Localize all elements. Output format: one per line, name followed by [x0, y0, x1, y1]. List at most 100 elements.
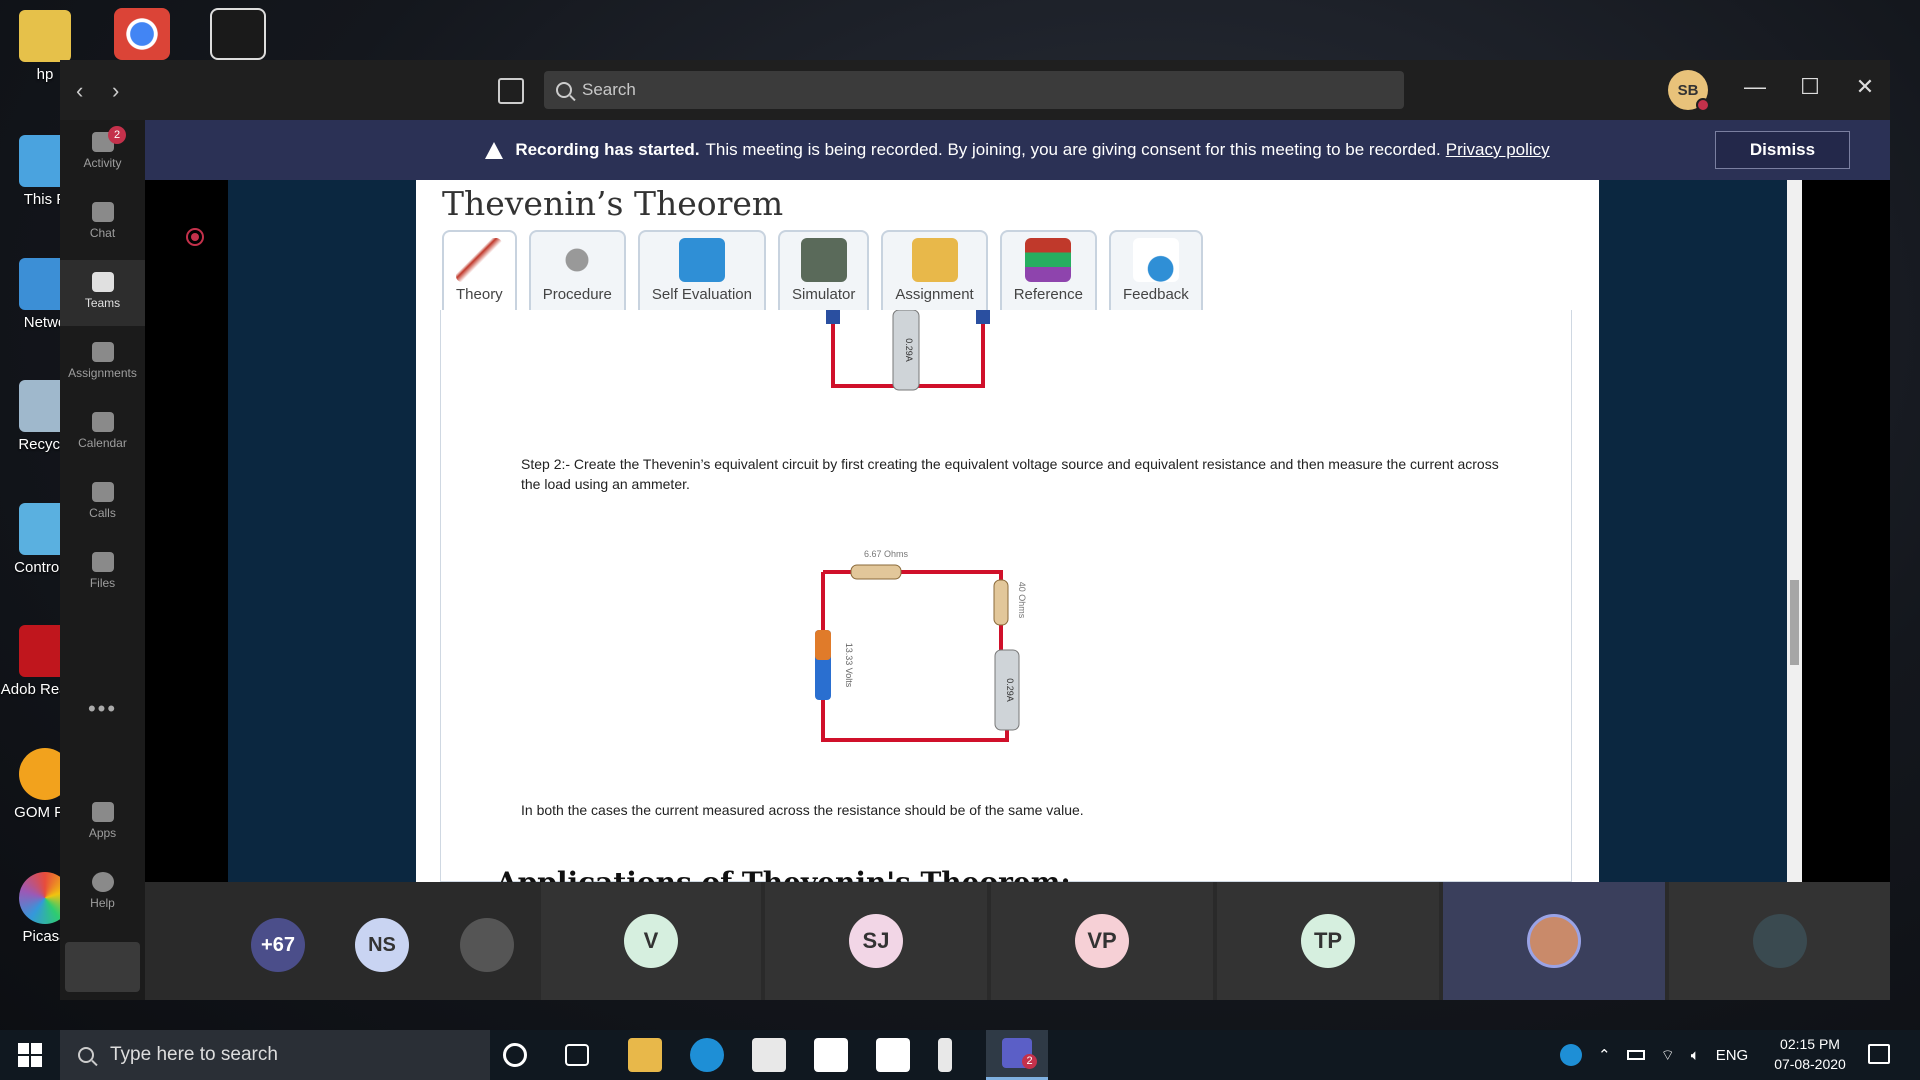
teams-taskbar-badge: 2: [1022, 1054, 1037, 1069]
tab-theory[interactable]: Theory: [442, 230, 517, 310]
volume-icon[interactable]: 🔈︎: [1691, 1047, 1700, 1064]
user-initials: SB: [1677, 81, 1699, 99]
search-input[interactable]: Search: [544, 71, 1404, 109]
ammeter-reading: 0.29A: [1005, 678, 1015, 702]
user-avatar[interactable]: SB: [1668, 70, 1710, 112]
resistor1-label: 6.67 Ohms: [864, 549, 909, 559]
participant-tile[interactable]: TP: [1217, 882, 1439, 1000]
rail-label: Calendar: [78, 436, 127, 450]
rail-item-teams[interactable]: Teams: [60, 260, 145, 326]
participant-tile-active[interactable]: [1443, 882, 1665, 1000]
rail-item-help[interactable]: Help: [60, 860, 145, 926]
app-icon[interactable]: [938, 1038, 952, 1072]
folder-icon: [19, 10, 71, 62]
feedback-icon: [1132, 238, 1179, 282]
tab-label: Reference: [1013, 286, 1083, 303]
rail-item-activity[interactable]: 2 Activity: [60, 120, 145, 186]
wifi-icon[interactable]: ⌔: [1661, 1046, 1675, 1065]
search-icon: [556, 82, 572, 98]
taskbar-search-input[interactable]: Type here to search: [60, 1030, 490, 1080]
rail-label: Calls: [89, 506, 116, 520]
desktop-icon-label: hp: [36, 66, 54, 83]
participant-tile[interactable]: SJ: [765, 882, 987, 1000]
app-shortcut-icon[interactable]: [210, 8, 266, 60]
language-indicator[interactable]: ENG: [1716, 1047, 1749, 1064]
gear-icon: [554, 238, 601, 282]
tab-label: Theory: [456, 286, 503, 303]
maximize-icon[interactable]: ☐: [1795, 74, 1825, 104]
rail-item-assignments[interactable]: Assignments: [60, 330, 145, 396]
participant-avatar-small[interactable]: NS: [355, 918, 409, 972]
privacy-policy-link[interactable]: Privacy policy: [1446, 140, 1550, 160]
monitor-icon: [678, 238, 725, 282]
chevron-up-icon[interactable]: ⌃: [1598, 1046, 1611, 1064]
overflow-participants-button[interactable]: +67: [251, 918, 305, 972]
rail-label: Activity: [83, 156, 122, 170]
tab-simulator[interactable]: Simulator: [777, 230, 870, 310]
minimize-icon[interactable]: —: [1740, 74, 1770, 104]
clock[interactable]: 02:15 PM 07-08-2020: [1760, 1034, 1860, 1074]
notifications-icon[interactable]: [1868, 1044, 1890, 1064]
battery-icon[interactable]: [1626, 1050, 1645, 1060]
tab-reference[interactable]: Reference: [999, 230, 1097, 310]
warning-icon: [485, 141, 504, 159]
clock-time: 02:15 PM: [1780, 1036, 1840, 1052]
participant-tile[interactable]: VP: [991, 882, 1213, 1000]
phone-icon: [91, 482, 114, 502]
edge-icon[interactable]: [690, 1038, 724, 1072]
calendar-icon: [91, 412, 114, 432]
cortana-icon[interactable]: [503, 1043, 527, 1067]
file-explorer-icon[interactable]: [628, 1038, 662, 1072]
task-view-icon[interactable]: [565, 1044, 589, 1066]
chrome-shortcut-icon[interactable]: [114, 8, 170, 60]
rail-item-calls[interactable]: Calls: [60, 470, 145, 536]
forward-arrow-icon[interactable]: ›: [112, 78, 132, 103]
rail-item-apps[interactable]: Apps: [60, 790, 145, 856]
app-rail: 2 Activity Chat Teams Assignments Calend…: [60, 120, 145, 1000]
simulator-icon: [800, 238, 847, 282]
title-bar: ‹ › Search SB — ☐ ✕: [60, 60, 1890, 120]
recording-banner: Recording has started. This meeting is b…: [145, 120, 1890, 180]
tab-feedback[interactable]: Feedback: [1108, 230, 1203, 310]
windows-start-icon[interactable]: [18, 1043, 42, 1067]
dismiss-button[interactable]: Dismiss: [1715, 131, 1850, 169]
folder-icon: [911, 238, 958, 282]
participant-avatar-small-photo[interactable]: [460, 918, 514, 972]
more-apps-icon[interactable]: •••: [60, 696, 145, 722]
tab-self-evaluation[interactable]: Self Evaluation: [637, 230, 766, 310]
rail-item-chat[interactable]: Chat: [60, 190, 145, 256]
page-title: Thevenin’s Theorem: [442, 184, 784, 223]
search-placeholder: Search: [582, 80, 636, 99]
shared-scrollbar[interactable]: [1787, 180, 1802, 882]
tab-procedure[interactable]: Procedure: [528, 230, 626, 310]
tab-label: Simulator: [791, 286, 856, 303]
participant-tile[interactable]: V: [541, 882, 761, 1000]
banner-title: Recording has started.: [515, 140, 700, 159]
tab-label: Procedure: [542, 286, 612, 303]
rail-item-calendar[interactable]: Calendar: [60, 400, 145, 466]
close-icon[interactable]: ✕: [1850, 74, 1880, 104]
tab-assignment[interactable]: Assignment: [881, 230, 988, 310]
help-tray-icon[interactable]: [1560, 1044, 1582, 1066]
scroll-thumb[interactable]: [1790, 580, 1799, 665]
conclusion-text: In both the cases the current measured a…: [521, 802, 1084, 818]
dropbox-icon[interactable]: [876, 1038, 910, 1072]
file-icon: [91, 552, 114, 572]
back-arrow-icon[interactable]: ‹: [76, 78, 96, 103]
teams-icon: [91, 272, 114, 292]
amazon-icon[interactable]: [814, 1038, 848, 1072]
participant-avatar-photo: [1527, 914, 1581, 968]
device-icon[interactable]: [65, 942, 140, 992]
terminal: [976, 310, 990, 324]
rail-label: Files: [89, 576, 116, 590]
rail-item-files[interactable]: Files: [60, 540, 145, 606]
mail-icon[interactable]: [752, 1038, 786, 1072]
compose-icon[interactable]: [498, 78, 524, 104]
teams-taskbar-button[interactable]: 2: [986, 1030, 1048, 1080]
books-icon: [1025, 238, 1072, 282]
participant-tile[interactable]: [1669, 882, 1890, 1000]
step2-text: Step 2:- Create the Thevenin’s equivalen…: [521, 456, 1499, 492]
tab-label: Assignment: [895, 286, 974, 303]
theory-icon: [456, 238, 503, 282]
terminal: [826, 310, 840, 324]
